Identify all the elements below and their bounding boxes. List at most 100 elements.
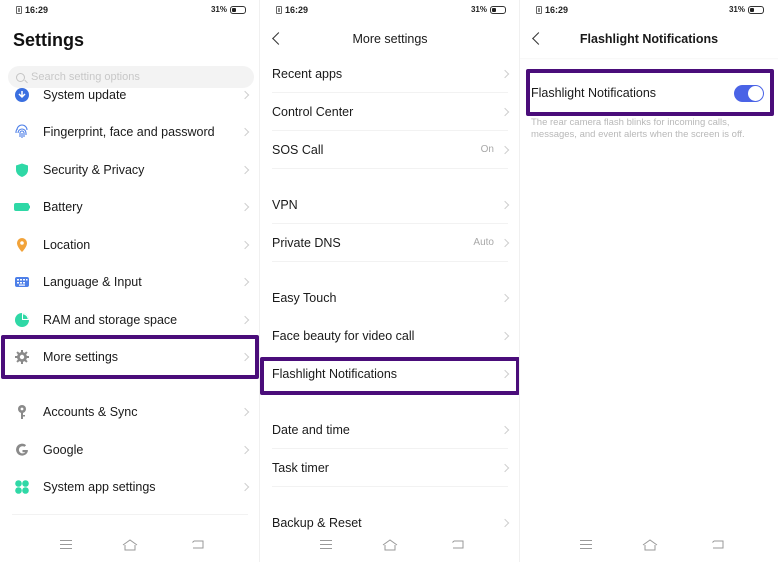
- settings-item-label: Google: [43, 442, 84, 457]
- more-item-task-timer[interactable]: Task timer: [260, 449, 520, 486]
- header: Flashlight Notifications: [520, 22, 778, 58]
- divider: [272, 261, 508, 262]
- chevron-right-icon: [500, 238, 510, 247]
- item-label: Control Center: [272, 104, 354, 119]
- chevron-right-icon: [500, 518, 510, 527]
- page-title: More settings: [352, 32, 428, 46]
- item-value: On: [480, 144, 494, 155]
- divider: [12, 514, 248, 515]
- settings-item-label: Location: [43, 237, 91, 252]
- home-icon[interactable]: [642, 538, 658, 552]
- back-icon[interactable]: [192, 540, 204, 549]
- chevron-right-icon: [240, 315, 250, 324]
- flashlight-notifications-screen: 16:29 31% Flashlight Notifications Flash…: [520, 0, 778, 562]
- settings-item-ram-storage[interactable]: RAM and storage space: [0, 301, 260, 338]
- item-label: VPN: [272, 197, 298, 212]
- chevron-right-icon: [240, 277, 250, 286]
- settings-screen: 16:29 31% Settings System update Fingerp…: [0, 0, 260, 562]
- item-label: Task timer: [272, 460, 329, 475]
- setting-description: The rear camera flash blinks for incomin…: [531, 117, 745, 140]
- more-item-easy-touch[interactable]: Easy Touch: [260, 279, 520, 316]
- chevron-right-icon: [240, 240, 250, 249]
- chevron-right-icon: [240, 202, 250, 211]
- menu-icon[interactable]: [580, 540, 592, 549]
- more-item-face-beauty[interactable]: Face beauty for video call: [260, 317, 520, 354]
- item-label: Backup & Reset: [272, 515, 362, 530]
- settings-item-security-privacy[interactable]: Security & Privacy: [0, 151, 260, 188]
- navigation-bar: [260, 536, 520, 556]
- status-time: 16:29: [285, 5, 309, 15]
- settings-item-label: Language & Input: [43, 274, 142, 289]
- more-item-recent-apps[interactable]: Recent apps: [260, 55, 520, 92]
- highlight-box: [526, 69, 774, 116]
- status-time: 16:29: [545, 5, 569, 15]
- settings-item-battery[interactable]: Battery: [0, 188, 260, 225]
- battery-status-icon: [490, 5, 506, 14]
- google-icon: [14, 442, 30, 458]
- settings-item-google[interactable]: Google: [0, 431, 260, 468]
- page-title: Settings: [13, 30, 85, 50]
- status-bar: 16:29 31%: [0, 0, 260, 22]
- item-label: Face beauty for video call: [272, 328, 415, 343]
- settings-item-language-input[interactable]: Language & Input: [0, 263, 260, 300]
- chevron-right-icon: [500, 463, 510, 472]
- back-icon[interactable]: [712, 540, 724, 549]
- key-icon: [14, 404, 30, 420]
- highlight-box: [260, 357, 520, 395]
- item-value: Auto: [473, 237, 494, 248]
- chevron-right-icon: [500, 69, 510, 78]
- status-bar: 16:29 31%: [520, 0, 778, 22]
- search-input[interactable]: [31, 71, 231, 83]
- settings-item-label: Battery: [43, 199, 83, 214]
- battery-status-icon: [230, 5, 246, 14]
- more-item-private-dns[interactable]: Private DNS Auto: [260, 224, 520, 261]
- battery-status-icon: [748, 5, 764, 14]
- system-update-icon: [14, 88, 30, 103]
- sim-icon: [276, 6, 282, 14]
- settings-item-label: System app settings: [43, 479, 156, 494]
- search-icon: [16, 72, 25, 82]
- settings-item-fingerprint[interactable]: Fingerprint, face and password: [0, 113, 260, 150]
- chevron-right-icon: [240, 482, 250, 491]
- settings-item-location[interactable]: Location: [0, 226, 260, 263]
- more-item-date-time[interactable]: Date and time: [260, 411, 520, 448]
- settings-item-label: Fingerprint, face and password: [43, 124, 215, 139]
- sim-icon: [16, 6, 22, 14]
- item-label: Date and time: [272, 422, 350, 437]
- battery-percent: 31%: [210, 5, 227, 14]
- more-item-control-center[interactable]: Control Center: [260, 93, 520, 130]
- chevron-right-icon: [240, 165, 250, 174]
- header-divider: [520, 58, 778, 60]
- chevron-right-icon: [240, 127, 250, 136]
- status-time: 16:29: [25, 5, 49, 15]
- settings-item-accounts-sync[interactable]: Accounts & Sync: [0, 393, 260, 430]
- menu-icon[interactable]: [60, 540, 72, 549]
- back-icon[interactable]: [452, 540, 464, 549]
- chevron-right-icon: [500, 331, 510, 340]
- settings-item-system-app-settings[interactable]: System app settings: [0, 468, 260, 505]
- shield-icon: [14, 162, 30, 178]
- fingerprint-icon: [14, 124, 30, 140]
- location-pin-icon: [14, 237, 30, 253]
- more-item-sos-call[interactable]: SOS Call On: [260, 131, 520, 168]
- chevron-right-icon: [240, 90, 250, 99]
- header: More settings: [260, 22, 520, 58]
- divider: [272, 486, 508, 487]
- battery-percent: 31%: [470, 5, 487, 14]
- navigation-bar: [0, 536, 260, 556]
- settings-item-label: System update: [43, 88, 127, 102]
- pie-chart-icon: [14, 312, 30, 328]
- search-bar[interactable]: [8, 66, 254, 88]
- chevron-right-icon: [500, 107, 510, 116]
- more-item-vpn[interactable]: VPN: [260, 186, 520, 223]
- navigation-bar: [520, 536, 778, 556]
- settings-item-system-update[interactable]: System update: [0, 88, 260, 113]
- settings-item-label: Security & Privacy: [43, 162, 145, 177]
- item-label: Recent apps: [272, 66, 343, 81]
- settings-item-label: RAM and storage space: [43, 312, 178, 327]
- item-label: Easy Touch: [272, 290, 337, 305]
- keyboard-icon: [14, 274, 30, 290]
- menu-icon[interactable]: [320, 540, 332, 549]
- home-icon[interactable]: [122, 538, 138, 552]
- home-icon[interactable]: [382, 538, 398, 552]
